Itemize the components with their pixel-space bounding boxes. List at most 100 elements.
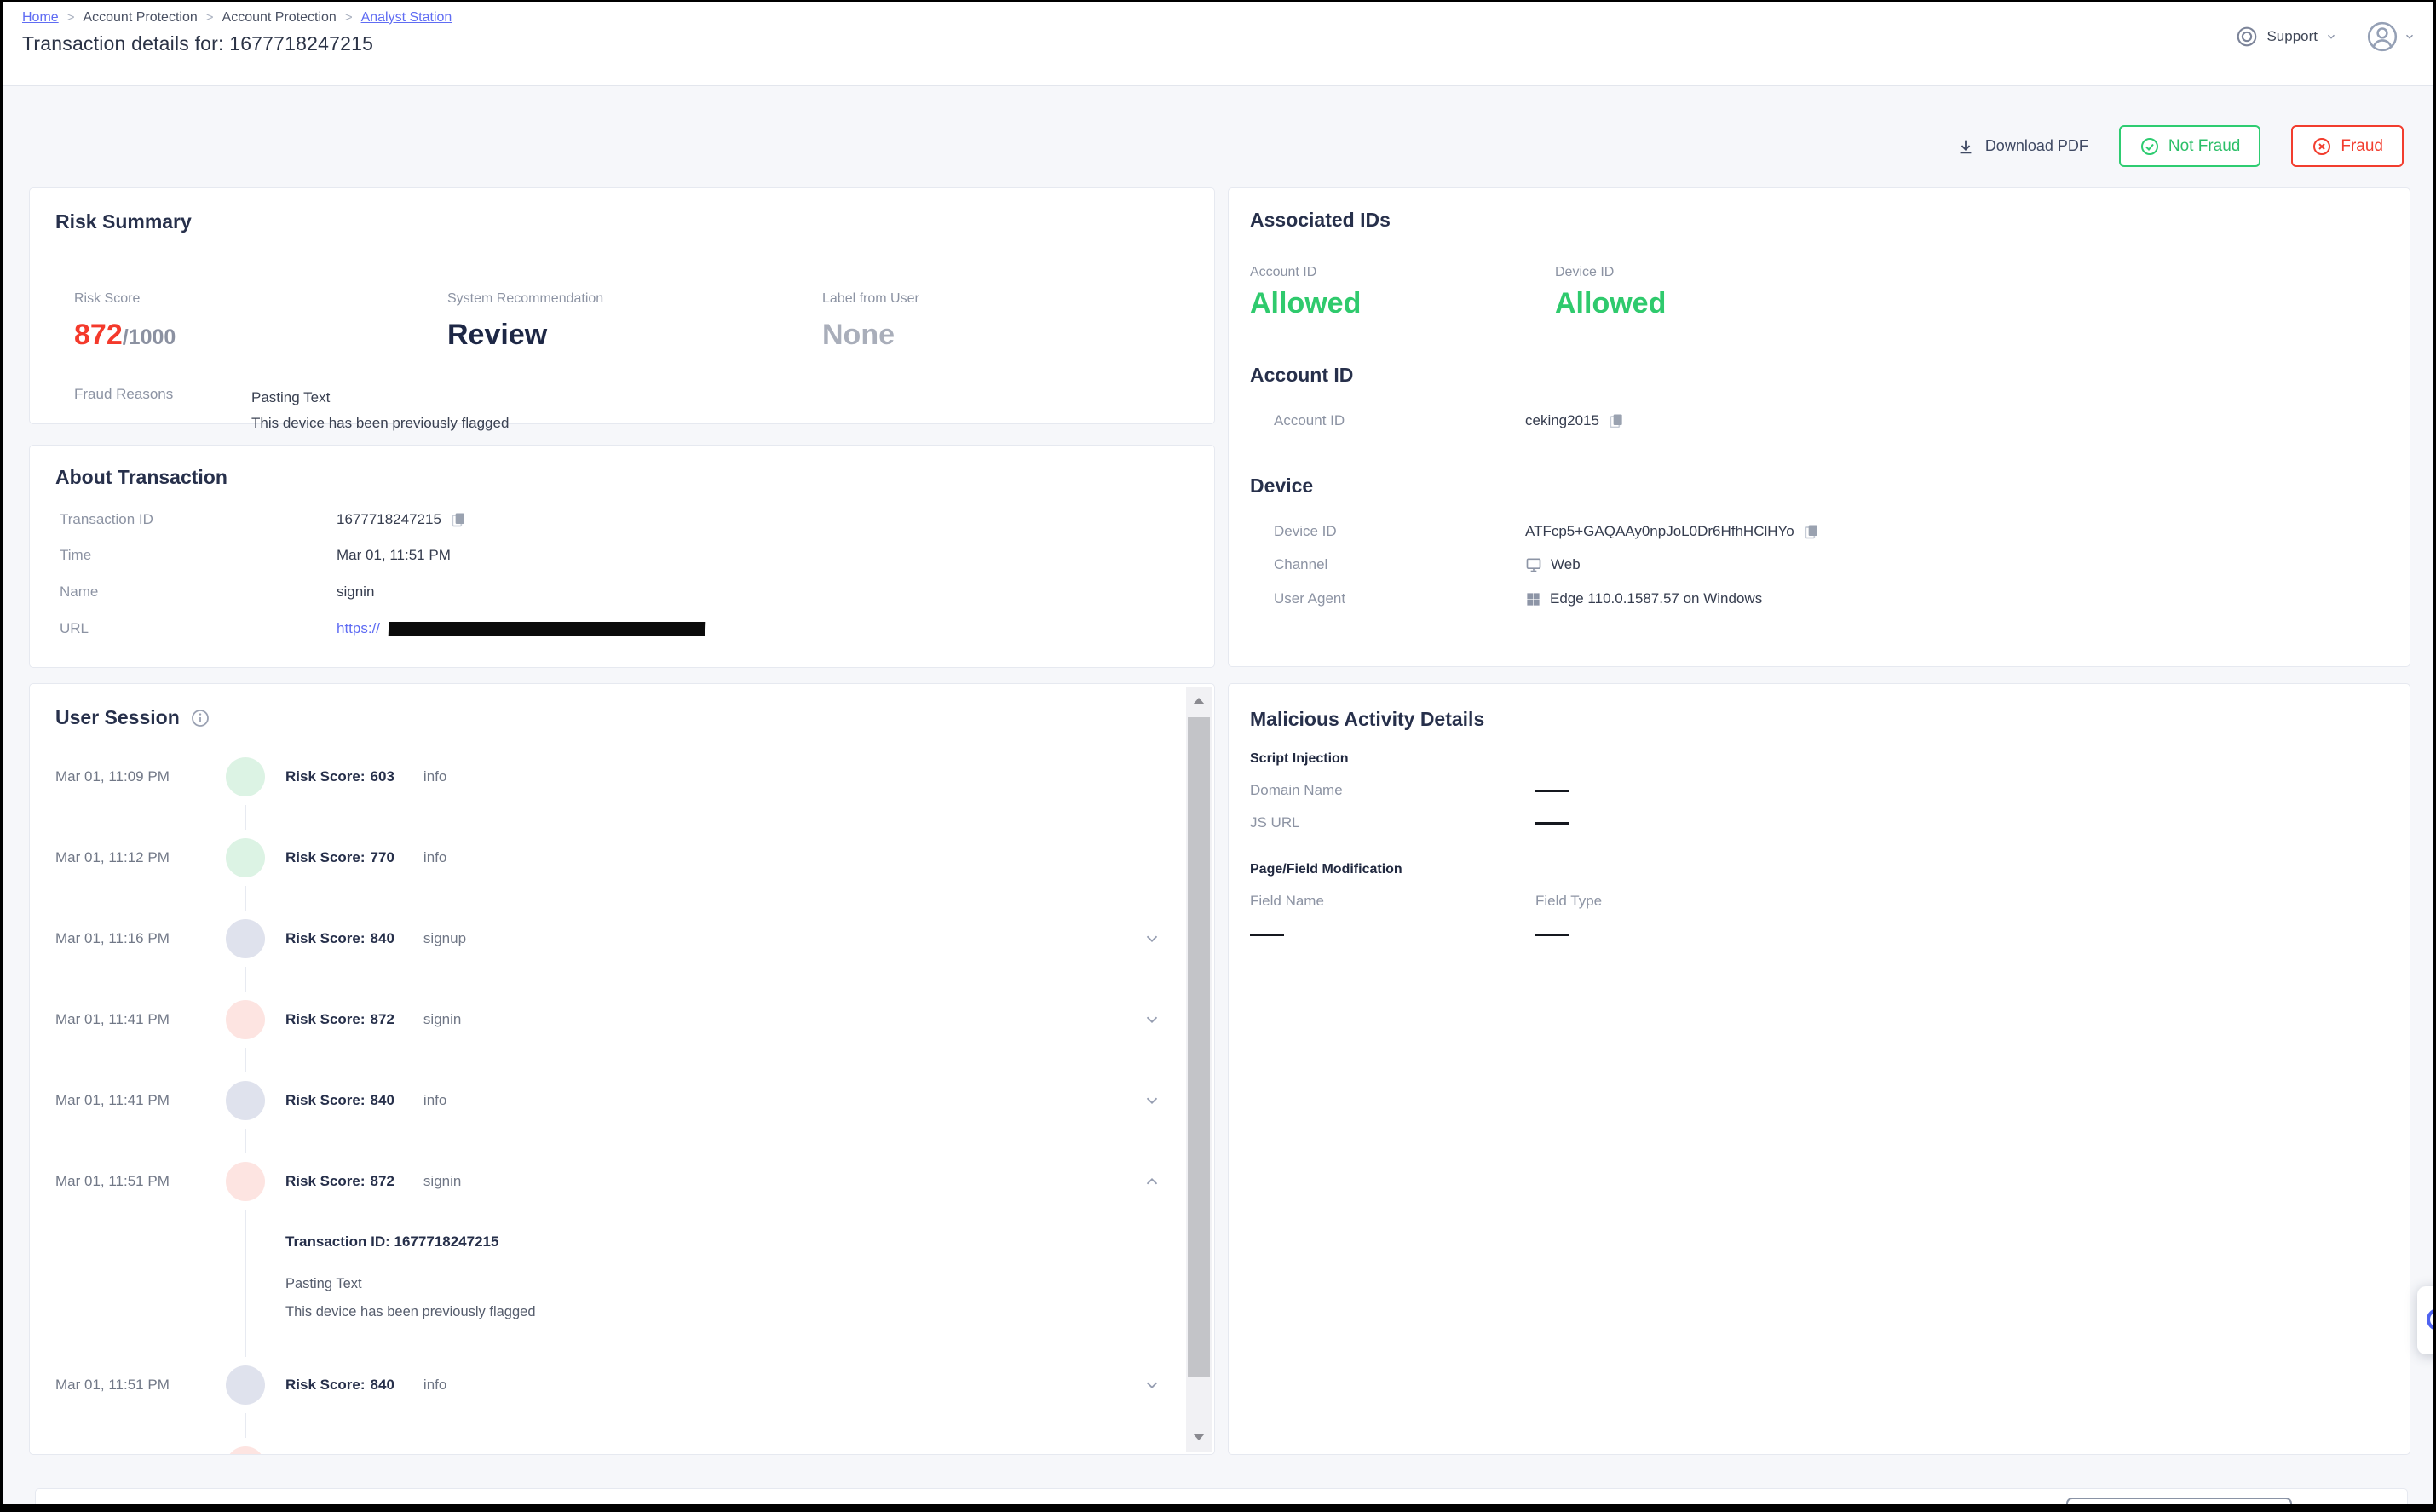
field-name-label: Field Name (1250, 893, 1535, 910)
session-event-row[interactable]: Mar 01, 11:41 PM Risk Score:840 info (30, 1060, 1214, 1141)
user-session-title: User Session (55, 706, 180, 729)
event-status-icon (226, 1081, 265, 1120)
fraud-reason: Pasting Text (251, 385, 509, 411)
malicious-activity-title: Malicious Activity Details (1250, 708, 2388, 731)
actions-row: Download PDF Not Fraud Fraud (1956, 125, 2404, 167)
event-status-icon (226, 1365, 265, 1405)
chevron-down-icon[interactable] (1143, 1172, 1161, 1191)
info-icon[interactable] (190, 708, 210, 728)
copy-icon[interactable] (1608, 411, 1625, 430)
bottom-partial-button[interactable] (2066, 1498, 2292, 1504)
event-time: Mar 01, 11:51 PM (55, 1173, 226, 1190)
chevron-down-icon[interactable] (1143, 1376, 1161, 1394)
copy-icon[interactable] (1803, 522, 1820, 541)
risk-score-value: 872/1000 (74, 319, 176, 352)
main-content: Download PDF Not Fraud Fraud (3, 86, 2433, 1504)
event-time: Mar 01, 11:16 PM (55, 930, 226, 947)
field-type-value: — (1535, 934, 1569, 936)
x-circle-icon (2312, 136, 2332, 157)
transaction-id-label: Transaction ID (60, 511, 337, 528)
detail-reason: This device has been previously flagged (285, 1304, 1214, 1320)
account-id-row-value: ceking2015 (1525, 411, 1625, 430)
download-pdf-label: Download PDF (1985, 137, 2088, 155)
breadcrumb-account-protection-1[interactable]: Account Protection (83, 10, 197, 26)
event-time: Mar 01, 11:41 PM (55, 1011, 226, 1028)
breadcrumb-analyst-station[interactable]: Analyst Station (361, 10, 452, 26)
chevron-down-icon[interactable] (1143, 929, 1161, 948)
download-pdf-button[interactable]: Download PDF (1956, 137, 2088, 156)
scrollbar-up-arrow[interactable] (1186, 688, 1212, 714)
event-status-icon (226, 757, 265, 796)
transaction-id-value: 1677718247215 (337, 510, 467, 529)
url-link[interactable]: https:// (337, 620, 380, 637)
session-event-row[interactable]: Mar 01, 11:12 PM Risk Score:770 info (30, 817, 1214, 898)
page-title: Transaction details for: 1677718247215 (22, 32, 373, 55)
system-recommendation-label: System Recommendation (447, 291, 603, 307)
fraud-button[interactable]: Fraud (2291, 125, 2404, 167)
device-id-value: ATFcp5+GAQAAy0npJoL0Dr6HfhHClHYo (1525, 522, 1820, 541)
risk-score-label: Risk Score (74, 291, 176, 307)
event-risk-score: Risk Score:840 (285, 1377, 394, 1394)
event-status-icon (226, 1162, 265, 1201)
event-time: Mar 01, 11:09 PM (55, 768, 226, 785)
monitor-icon (1525, 556, 1542, 573)
support-menu[interactable]: Support (2235, 25, 2337, 49)
event-status-icon (226, 919, 265, 958)
breadcrumb-home[interactable]: Home (22, 10, 59, 26)
time-label: Time (60, 547, 337, 564)
blue-ring-icon (2427, 1308, 2433, 1331)
scrollbar-down-arrow[interactable] (1186, 1424, 1212, 1450)
url-value: https:// (337, 620, 705, 637)
field-type-label: Field Type (1535, 893, 1821, 910)
channel-label: Channel (1274, 556, 1525, 573)
not-fraud-button[interactable]: Not Fraud (2119, 125, 2260, 167)
device-section-title: Device (1250, 474, 1313, 497)
copy-icon[interactable] (450, 510, 467, 529)
event-risk-score: Risk Score:840 (285, 930, 394, 947)
event-type: info (423, 1377, 446, 1394)
event-type: signin (423, 1011, 461, 1028)
scrollbar-thumb[interactable] (1188, 717, 1210, 1377)
user-session-card: User Session Mar 01, 11:09 PM (29, 683, 1215, 1455)
floating-side-widget[interactable] (2417, 1286, 2433, 1354)
name-value: signin (337, 584, 374, 601)
fraud-reasons-label: Fraud Reasons (74, 385, 251, 436)
session-event-row[interactable]: Mar 01, 11:51 PM Risk Score:872 signin (30, 1141, 1214, 1222)
channel-value: Web (1525, 556, 1581, 573)
account-id-row-label: Account ID (1274, 412, 1525, 429)
event-expanded-details: Transaction ID: 1677718247215 Pasting Te… (30, 1222, 1214, 1344)
app-window: Home > Account Protection > Account Prot… (0, 0, 2436, 1512)
about-transaction-card: About Transaction Transaction ID 1677718… (29, 445, 1215, 668)
account-id-status: Allowed (1250, 287, 1361, 320)
name-label: Name (60, 584, 337, 601)
session-event-row[interactable]: Mar 01, 11:41 PM Risk Score:872 signin (30, 979, 1214, 1060)
session-event-row[interactable]: Mar 01, 11:55 PM Risk Score:872 signin (30, 1425, 1214, 1455)
label-from-user-label: Label from User (822, 291, 919, 307)
label-from-user-value: None (822, 319, 919, 352)
user-menu[interactable] (2366, 20, 2416, 53)
script-injection-heading: Script Injection (1250, 751, 2388, 767)
redaction-bar (389, 622, 706, 636)
associated-ids-title: Associated IDs (1250, 209, 2388, 232)
fraud-reasons-values: Pasting Text This device has been previo… (251, 385, 509, 436)
chevron-right-icon: > (345, 10, 353, 25)
chevron-down-icon[interactable] (1143, 1091, 1161, 1110)
event-time: Mar 01, 11:51 PM (55, 1377, 226, 1394)
avatar (2366, 20, 2399, 53)
event-type: info (423, 1092, 446, 1109)
support-label: Support (2266, 28, 2318, 45)
user-agent-label: User Agent (1274, 590, 1525, 607)
session-event-row[interactable]: Mar 01, 11:51 PM Risk Score:840 info (30, 1344, 1214, 1425)
breadcrumb-account-protection-2[interactable]: Account Protection (222, 10, 337, 26)
session-event-row[interactable]: Mar 01, 11:16 PM Risk Score:840 signup (30, 898, 1214, 979)
chevron-down-icon[interactable] (1143, 1010, 1161, 1029)
about-transaction-title: About Transaction (55, 466, 1189, 489)
event-type: info (423, 849, 446, 866)
assoc-account-id-label: Account ID (1250, 265, 1316, 280)
scrollbar[interactable] (1186, 687, 1212, 1452)
event-type: info (423, 768, 446, 785)
url-label: URL (60, 620, 337, 637)
time-value: Mar 01, 11:51 PM (337, 547, 451, 564)
windows-icon (1525, 591, 1541, 607)
session-event-row[interactable]: Mar 01, 11:09 PM Risk Score:603 info (30, 736, 1214, 817)
